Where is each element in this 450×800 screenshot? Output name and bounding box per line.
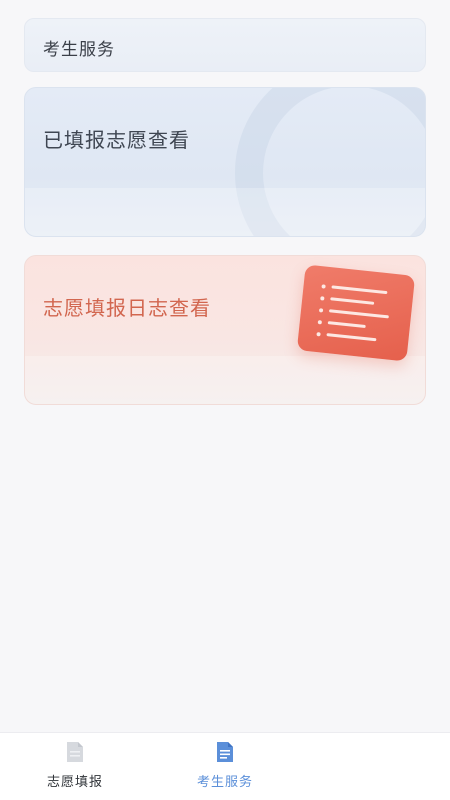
view-submitted-choices-card[interactable]: 已填报志愿查看 <box>24 87 426 237</box>
tab-student-services[interactable]: 考生服务 <box>150 733 300 800</box>
tab-volunteer-fill[interactable]: 志愿填报 <box>0 733 150 800</box>
document-icon <box>65 741 85 763</box>
section-title: 考生服务 <box>43 40 115 60</box>
bottom-tab-bar: 志愿填报 考生服务 <box>0 732 450 800</box>
card-bottom-strip <box>25 188 425 236</box>
section-header: 考生服务 <box>24 18 426 72</box>
view-choice-log-card[interactable]: 志愿填报日志查看 <box>24 255 426 405</box>
document-list-icon <box>215 741 235 763</box>
page: 考生服务 已填报志愿查看 志愿填报日志查看 志愿填报 考生服务 <box>0 0 450 800</box>
tab-label: 考生服务 <box>196 775 253 790</box>
card-bottom-strip <box>25 356 425 404</box>
card-title: 已填报志愿查看 <box>43 128 190 152</box>
document-illustration-icon <box>296 264 416 362</box>
tab-label: 志愿填报 <box>46 775 103 790</box>
card-title: 志愿填报日志查看 <box>43 296 211 320</box>
